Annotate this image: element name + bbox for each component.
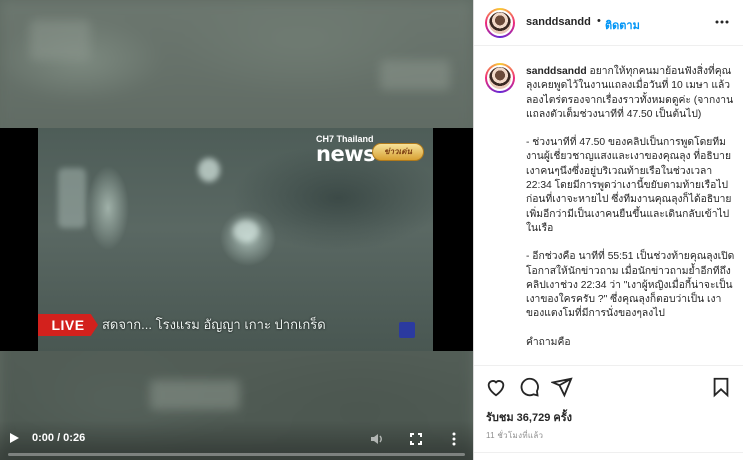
views-count: 36,729 ครั้ง (516, 412, 573, 424)
channel-logo: CH7 Thailand news ข่าวเด่น (316, 134, 428, 166)
comment-icon[interactable] (518, 376, 540, 398)
video-light-spot (233, 220, 259, 242)
play-icon[interactable] (6, 430, 22, 446)
video-progress-bar[interactable] (8, 453, 465, 456)
caption-paragraph: sanddsandd อยากให้ทุกคนมาย้อนฟังสิ่งที่ค… (526, 65, 736, 122)
live-ticker-text: สดจาก... โรงแรม อัญญา เกาะ ปากเกร็ด (102, 317, 326, 332)
video-light-spot (198, 158, 220, 182)
caption-area: sanddsandd อยากให้ทุกคนมาย้อนฟังสิ่งที่ค… (474, 47, 743, 365)
share-icon[interactable] (549, 376, 573, 398)
views-label: รับชม (486, 412, 514, 424)
volume-icon[interactable] (369, 431, 385, 447)
post-actions: รับชม 36,729 ครั้ง 11 ชั่วโมงที่แล้ว (474, 365, 743, 460)
post-timestamp: 11 ชั่วโมงที่แล้ว (486, 431, 544, 440)
backdrop-shape (380, 60, 450, 90)
caption-paragraph: - ช่วงนาทีที่ 47.50 ของคลิปเป็นการพูดโดย… (526, 137, 732, 234)
header-separator: • (597, 15, 601, 27)
more-vertical-icon[interactable] (446, 431, 462, 447)
backdrop-shape (30, 20, 90, 60)
channel-badge: ข่าวเด่น (372, 143, 424, 161)
caption-paragraph: - อีกช่วงคือ นาทีที่ 55:51 เป็นช่วงท้ายค… (526, 251, 735, 320)
follow-button[interactable]: ติดตาม (605, 16, 640, 34)
post-side-panel: sanddsandd • ติดตาม sanddsandd อยากให้ทุ… (473, 0, 743, 460)
comment-input-area[interactable] (474, 452, 743, 460)
header-username[interactable]: sanddsandd (526, 16, 591, 28)
live-badge: LIVE (38, 314, 98, 336)
corner-logo (399, 322, 415, 338)
video-controls: 0:00 / 0:26 (0, 420, 473, 460)
avatar[interactable] (485, 63, 515, 93)
avatar-image (487, 65, 513, 91)
video-light-spot (58, 168, 86, 228)
post-viewer: CH7 Thailand news ข่าวเด่น LIVE สดจาก...… (0, 0, 743, 460)
more-horizontal-icon[interactable] (714, 14, 730, 30)
fullscreen-icon[interactable] (408, 431, 424, 447)
bookmark-icon[interactable] (710, 376, 732, 398)
live-ticker-bar: LIVE สดจาก... โรงแรม อัญญา เกาะ ปากเกร็ด (38, 314, 433, 338)
video-player[interactable]: CH7 Thailand news ข่าวเด่น LIVE สดจาก...… (0, 128, 473, 351)
avatar[interactable] (485, 8, 515, 38)
avatar-image (487, 10, 513, 36)
caption-paragraph: คำถามคือ (526, 336, 571, 348)
caption-username[interactable]: sanddsandd (526, 66, 587, 77)
video-frame-image: CH7 Thailand news ข่าวเด่น LIVE สดจาก...… (38, 128, 433, 351)
post-caption: sanddsandd อยากให้ทุกคนมาย้อนฟังสิ่งที่ค… (526, 65, 736, 364)
media-panel: CH7 Thailand news ข่าวเด่น LIVE สดจาก...… (0, 0, 473, 460)
heart-icon[interactable] (485, 376, 507, 398)
post-header: sanddsandd • ติดตาม (474, 0, 743, 46)
channel-name: news (316, 142, 376, 166)
time-display: 0:00 / 0:26 (32, 432, 86, 444)
backdrop-shape (150, 380, 240, 410)
view-count: รับชม 36,729 ครั้ง (486, 408, 572, 426)
